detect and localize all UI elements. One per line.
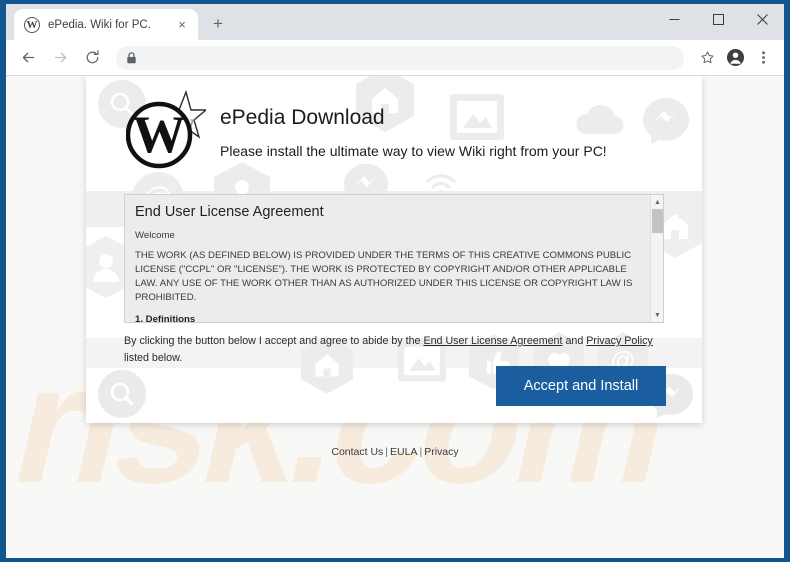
eula-paragraph: THE WORK (AS DEFINED BELOW) IS PROVIDED … xyxy=(135,250,633,303)
privacy-policy-link[interactable]: Privacy Policy xyxy=(586,335,653,347)
page-viewport: risk.com @ W ePedia Download Please inst… xyxy=(6,76,784,558)
three-dot-menu-icon[interactable] xyxy=(750,45,776,71)
svg-text:W: W xyxy=(133,106,186,164)
footer-eula-link[interactable]: EULA xyxy=(390,446,417,458)
minimize-button[interactable] xyxy=(652,4,696,34)
accept-and-install-button[interactable]: Accept and Install xyxy=(496,366,666,406)
window-controls xyxy=(652,4,784,34)
scroll-up-arrow-icon[interactable]: ▲ xyxy=(651,196,663,208)
back-arrow-icon[interactable] xyxy=(14,44,42,72)
close-tab-icon[interactable]: × xyxy=(174,17,190,33)
new-tab-button[interactable]: + xyxy=(204,10,232,38)
consent-mid: and xyxy=(562,335,587,347)
star-icon[interactable] xyxy=(694,45,720,71)
download-promo-card: @ W ePedia Download Please install the u… xyxy=(86,76,702,423)
browser-window: W ePedia. Wiki for PC. × + risk.com @ W … xyxy=(6,4,784,558)
page-title: ePedia Download xyxy=(220,105,385,129)
tab-strip: W ePedia. Wiki for PC. × + xyxy=(6,4,784,40)
profile-avatar-icon[interactable] xyxy=(722,45,748,71)
consent-tail: listed below. xyxy=(124,352,183,364)
footer-separator: | xyxy=(419,446,423,458)
tab-title: ePedia. Wiki for PC. xyxy=(48,18,151,31)
lock-icon xyxy=(126,51,137,64)
browser-tab[interactable]: W ePedia. Wiki for PC. × xyxy=(14,9,198,40)
eula-section-heading: 1. Definitions xyxy=(135,314,196,323)
eula-scroll-box[interactable]: End User License Agreement Welcome THE W… xyxy=(124,194,664,323)
page-footer: Contact Us | EULA | Privacy xyxy=(6,446,784,458)
consent-lead: By clicking the button below I accept an… xyxy=(124,335,424,347)
page-tagline: Please install the ultimate way to view … xyxy=(220,142,607,159)
reload-icon[interactable] xyxy=(78,44,106,72)
eula-link[interactable]: End User License Agreement xyxy=(423,335,562,347)
footer-privacy-link[interactable]: Privacy xyxy=(424,446,458,458)
brand-row: W W ePedia Download Please install the u… xyxy=(86,76,702,172)
scroll-down-arrow-icon[interactable]: ▼ xyxy=(651,309,663,321)
maximize-button[interactable] xyxy=(696,4,740,34)
wordpress-w-star-logo: W W xyxy=(125,89,208,172)
footer-separator: | xyxy=(385,446,389,458)
contact-us-link[interactable]: Contact Us xyxy=(331,446,383,458)
close-window-button[interactable] xyxy=(740,4,784,34)
eula-paragraph: Welcome xyxy=(135,230,175,241)
address-bar[interactable] xyxy=(116,45,684,70)
scrollbar-thumb[interactable] xyxy=(652,209,663,233)
browser-toolbar xyxy=(6,40,784,76)
consent-text: By clicking the button below I accept an… xyxy=(124,333,664,367)
url-input[interactable] xyxy=(145,50,674,65)
wordpress-w-icon: W xyxy=(24,16,40,33)
eula-scrollbar[interactable]: ▲ ▼ xyxy=(650,195,663,322)
search-icon xyxy=(98,370,146,418)
forward-arrow-icon[interactable] xyxy=(46,44,74,72)
eula-heading: End User License Agreement xyxy=(135,204,324,220)
